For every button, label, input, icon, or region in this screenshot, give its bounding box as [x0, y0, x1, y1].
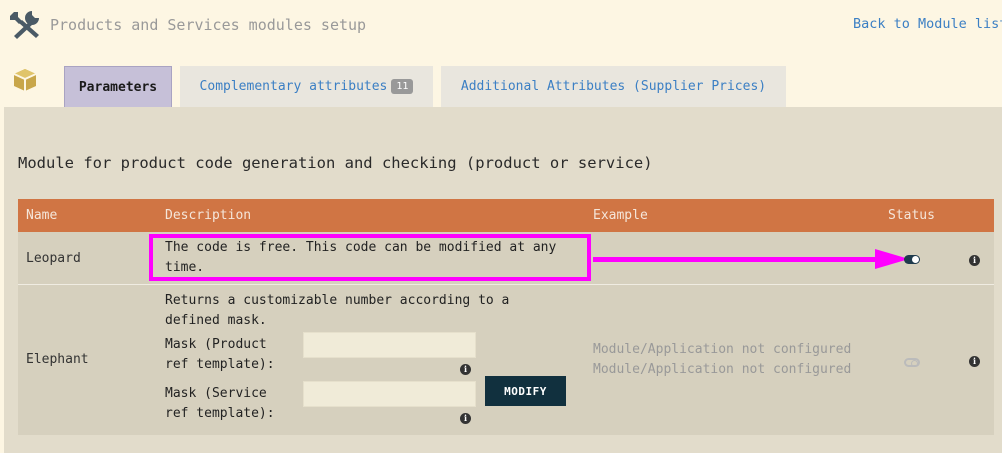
mask-label-line: ref template): — [165, 406, 275, 421]
column-header-example: Example — [593, 208, 648, 223]
info-icon[interactable]: i — [969, 255, 980, 266]
description-line: Returns a customizable number according … — [165, 293, 510, 308]
column-header-name: Name — [26, 208, 58, 223]
module-description: Returns a customizable number according … — [165, 291, 509, 331]
info-icon[interactable]: i — [969, 356, 980, 367]
tab-additional-label: Additional Attributes (Supplier Prices) — [460, 79, 767, 94]
module-name: Elephant — [26, 352, 89, 367]
tools-icon — [10, 11, 39, 39]
box-icon — [13, 69, 37, 91]
tab-parameters-label: Parameters — [78, 79, 158, 95]
mask-label-line: Mask (Service — [165, 386, 267, 401]
tab-complementary-attributes[interactable]: Complementary attributes 11 — [180, 66, 433, 107]
mask-service-input[interactable] — [303, 381, 476, 407]
toggle-on-icon[interactable] — [904, 255, 920, 264]
info-icon[interactable]: i — [460, 413, 471, 424]
modify-button[interactable]: MODIFY — [485, 376, 566, 406]
mask-product-label: Mask (Product ref template): — [165, 335, 275, 375]
toggle-off-icon[interactable] — [904, 358, 920, 367]
tab-complementary-label: Complementary attributes — [199, 79, 388, 94]
table-row: Elephant Returns a customizable number a… — [18, 285, 994, 435]
example-text: Module/Application not configured — [593, 362, 852, 377]
info-icon[interactable]: i — [460, 364, 471, 375]
table-header: Name Description Example Status — [18, 199, 994, 232]
tab-parameters[interactable]: Parameters — [64, 66, 172, 107]
annotation-arrow — [593, 257, 877, 262]
table-row: Leopard The code is free. This code can … — [18, 232, 994, 285]
example-text: Module/Application not configured — [593, 342, 852, 357]
mask-product-input[interactable] — [303, 332, 476, 358]
mask-service-label: Mask (Service ref template): — [165, 384, 275, 424]
mask-label-line: Mask (Product — [165, 337, 267, 352]
column-header-description: Description — [165, 208, 252, 223]
description-line: defined mask. — [165, 313, 267, 328]
highlight-box — [149, 234, 591, 281]
page-title: Products and Services modules setup — [50, 16, 367, 34]
module-name: Leopard — [26, 251, 81, 266]
mask-label-line: ref template): — [165, 357, 275, 372]
column-header-status: Status — [888, 208, 935, 223]
header: Products and Services modules setup Back… — [0, 0, 1002, 52]
count-badge: 11 — [391, 79, 414, 94]
tab-additional-attributes[interactable]: Additional Attributes (Supplier Prices) — [441, 66, 786, 107]
section-title: Module for product code generation and c… — [18, 154, 653, 172]
back-to-module-list-link[interactable]: Back to Module list — [853, 16, 1002, 32]
